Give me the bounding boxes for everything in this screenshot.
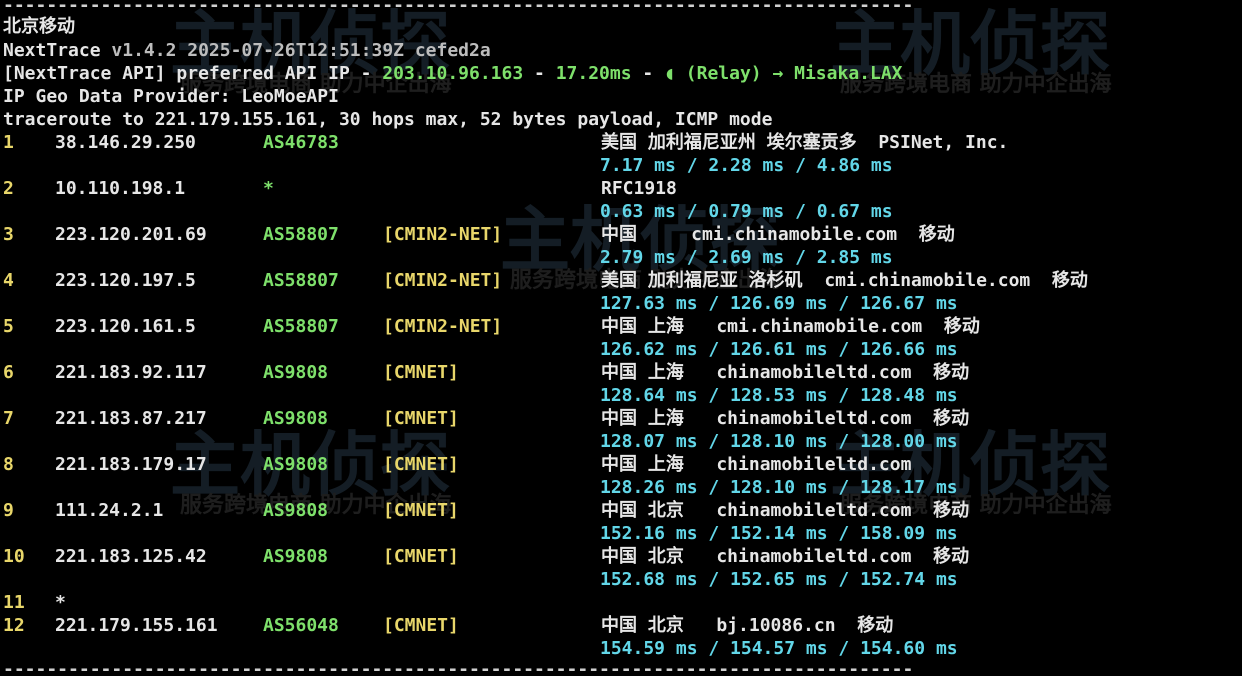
hop-row[interactable]: 1 38.146.29.250 AS46783 美国 加利福尼亚州 埃尔塞贡多 PSI… — [3, 131, 1242, 154]
hop-ip: 10.110.198.1 — [55, 178, 186, 199]
hop-netname: [CMNET] — [383, 500, 459, 521]
hop-ip: 38.146.29.250 — [55, 132, 196, 153]
hop-geo: 中国 上海 chinamobileltd.com 移动 — [601, 362, 970, 383]
hop-geo: 中国 北京 chinamobileltd.com 移动 — [601, 546, 970, 567]
page-title: 北京移动 — [3, 16, 75, 37]
api-separator: - — [631, 63, 665, 84]
hop-geo: 中国 上海 cmi.chinamobile.com 移动 — [601, 316, 980, 337]
hop-number: 3 — [3, 224, 14, 245]
api-line: [NextTrace API] preferred API IP - 203.1… — [3, 62, 903, 85]
hop-number: 11 — [3, 592, 25, 613]
hop-rtt: 152.16 ms / 152.14 ms / 158.09 ms — [600, 523, 958, 544]
hop-row[interactable]: 7 221.183.87.217 AS9808 [CMNET] 中国 上海 chinam… — [3, 407, 1242, 430]
hop-ip: 221.183.179.17 — [55, 454, 207, 475]
hop-asn: AS9808 — [263, 362, 329, 383]
api-ip: 203.10.96.163 — [382, 63, 524, 84]
hop-number: 10 — [3, 546, 25, 567]
hop-rtt: 128.26 ms / 128.10 ms / 128.17 ms — [600, 477, 958, 498]
hop-asn: * — [263, 178, 274, 199]
hop-asn: AS58807 — [263, 316, 339, 337]
hop-geo: 中国 北京 chinamobileltd.com 移动 — [601, 500, 970, 521]
hop-asn: AS9808 — [263, 500, 329, 521]
hop-geo: 中国 上海 chinamobileltd.com — [601, 454, 912, 475]
hop-number: 2 — [3, 178, 14, 199]
hop-ip: 223.120.161.5 — [55, 316, 196, 337]
hop-netname: [CMIN2-NET] — [383, 316, 503, 337]
hop-number: 4 — [3, 270, 14, 291]
hop-netname: [CMIN2-NET] — [383, 224, 503, 245]
hop-rtt: 0.63 ms / 0.79 ms / 0.67 ms — [600, 201, 893, 222]
hop-geo: 美国 加利福尼亚 洛杉矶 cmi.chinamobile.com 移动 — [601, 270, 1088, 291]
hop-netname: [CMNET] — [383, 615, 459, 636]
hop-row[interactable]: 8 221.183.179.17 AS9808 [CMNET] 中国 上海 chinam… — [3, 453, 1242, 476]
hop-netname: [CMNET] — [383, 546, 459, 567]
hop-row[interactable]: 11 * — [3, 591, 1242, 614]
hop-rtt: 152.68 ms / 152.65 ms / 152.74 ms — [600, 569, 958, 590]
hop-geo: RFC1918 — [601, 178, 677, 199]
relay-icon: ◖ — [664, 63, 675, 84]
hop-number: 5 — [3, 316, 14, 337]
hop-row[interactable]: 9 111.24.2.1 AS9808 [CMNET] 中国 北京 chinamobil… — [3, 499, 1242, 522]
hop-rtt: 128.07 ms / 128.10 ms / 128.00 ms — [600, 431, 958, 452]
terminal-window[interactable]: 主机侦探 服务跨境电商 助力中企出海 主机侦探 服务跨境电商 助力中企出海 主机… — [0, 0, 1242, 676]
hop-asn: AS58807 — [263, 224, 339, 245]
hop-number: 8 — [3, 454, 14, 475]
hop-rtt: 126.62 ms / 126.61 ms / 126.66 ms — [600, 339, 958, 360]
hop-row[interactable]: 10 221.183.125.42 AS9808 [CMNET] 中国 北京 china… — [3, 545, 1242, 568]
hop-number: 6 — [3, 362, 14, 383]
top-divider: ----------------------------------------… — [3, 0, 913, 12]
hop-rtt: 128.64 ms / 128.53 ms / 128.48 ms — [600, 385, 958, 406]
hop-asn: AS9808 — [263, 454, 329, 475]
hop-asn: AS9808 — [263, 408, 329, 429]
hop-ip: 221.179.155.161 — [55, 615, 218, 636]
app-name: NextTrace — [3, 40, 101, 61]
bottom-divider: ----------------------------------------… — [3, 664, 913, 676]
hop-row[interactable]: 12 221.179.155.161 AS56048 [CMNET] 中国 北京 bj.… — [3, 614, 1242, 637]
hop-geo: 中国 cmi.chinamobile.com 移动 — [601, 224, 955, 245]
hop-row[interactable]: 5 223.120.161.5 AS58807 [CMIN2-NET] 中国 上海 cm… — [3, 315, 1242, 338]
hop-ip: 111.24.2.1 — [55, 500, 164, 521]
api-separator: - — [523, 63, 556, 84]
hop-ip: 221.183.92.117 — [55, 362, 207, 383]
geo-provider-line: IP Geo Data Provider: LeoMoeAPI — [3, 86, 339, 107]
hop-geo: 中国 上海 chinamobileltd.com 移动 — [601, 408, 970, 429]
hop-geo: 中国 北京 bj.10086.cn 移动 — [601, 615, 894, 636]
hop-rtt: 127.63 ms / 126.69 ms / 126.67 ms — [600, 293, 958, 314]
hop-netname: [CMNET] — [383, 362, 459, 383]
hop-netname: [CMNET] — [383, 408, 459, 429]
version-info: v1.4.2 2025-07-26T12:51:39Z cefed2a — [111, 40, 491, 61]
hop-asn: AS9808 — [263, 546, 329, 567]
hop-row[interactable]: 2 10.110.198.1 * RFC1918 — [3, 177, 1242, 200]
hop-row[interactable]: 4 223.120.197.5 AS58807 [CMIN2-NET] 美国 加利福尼亚… — [3, 269, 1242, 292]
api-relay: (Relay) → Misaka.LAX — [685, 63, 903, 84]
hop-number: 9 — [3, 500, 14, 521]
hop-netname: [CMIN2-NET] — [383, 270, 503, 291]
hop-ip: 221.183.125.42 — [55, 546, 207, 567]
hop-rtt: 2.79 ms / 2.69 ms / 2.85 ms — [600, 247, 893, 268]
api-latency: 17.20ms — [555, 63, 632, 84]
hop-row[interactable]: 6 221.183.92.117 AS9808 [CMNET] 中国 上海 chinam… — [3, 361, 1242, 384]
hop-number: 1 — [3, 132, 14, 153]
version-line: NextTrace v1.4.2 2025-07-26T12:51:39Z ce… — [3, 39, 491, 62]
hop-number: 7 — [3, 408, 14, 429]
hop-asn: AS56048 — [263, 615, 339, 636]
hop-ip: 223.120.201.69 — [55, 224, 207, 245]
hop-asn: AS58807 — [263, 270, 339, 291]
hop-rtt: 7.17 ms / 2.28 ms / 4.86 ms — [600, 155, 893, 176]
hop-ip: * — [55, 592, 66, 613]
hop-number: 12 — [3, 615, 25, 636]
hop-row[interactable]: 3 223.120.201.69 AS58807 [CMIN2-NET] 中国 cmi.… — [3, 223, 1242, 246]
hop-rtt: 154.59 ms / 154.57 ms / 154.60 ms — [600, 638, 958, 659]
hop-asn: AS46783 — [263, 132, 339, 153]
traceroute-line: traceroute to 221.179.155.161, 30 hops m… — [3, 109, 773, 130]
hop-geo: 美国 加利福尼亚州 埃尔塞贡多 PSINet, Inc. — [601, 132, 1009, 153]
hop-ip: 223.120.197.5 — [55, 270, 196, 291]
hop-netname: [CMNET] — [383, 454, 459, 475]
api-prefix: [NextTrace API] preferred API IP - — [3, 63, 383, 84]
hop-ip: 221.183.87.217 — [55, 408, 207, 429]
